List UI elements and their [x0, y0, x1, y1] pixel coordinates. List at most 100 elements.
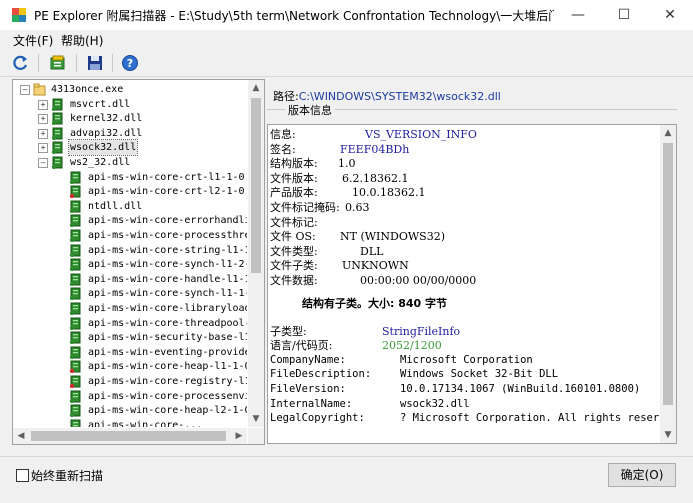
tree-vertical-scrollbar[interactable]: ▲ ▼ — [248, 80, 264, 427]
tree-child-item[interactable]: api-ms-win-core-heap-l1-1-0.c — [13, 359, 247, 374]
ok-button[interactable]: 确定(O) — [608, 463, 676, 487]
info-key: 文件子类: — [270, 259, 318, 273]
minimize-button[interactable]: — — [555, 0, 601, 30]
tree-item-label: ws2_32.dll — [70, 157, 131, 168]
tree-child-item[interactable]: api-ms-win-eventing-provider- — [13, 345, 247, 360]
expand-icon[interactable]: + — [38, 143, 48, 154]
tree-horizontal-scrollbar[interactable]: ◀ ▶ — [13, 428, 247, 444]
dll-module-icon — [69, 346, 81, 359]
tree-child-item[interactable]: api-ms-win-core-... — [13, 418, 247, 427]
tree-child-label: ntdll.dll — [88, 200, 143, 212]
info-row: InternalName: wsock32.dll — [270, 397, 470, 412]
tree-child-item[interactable]: api-ms-win-core-registry-l1-1 — [13, 374, 247, 389]
info-key: LegalCopyright: — [270, 412, 365, 425]
tree-child-item[interactable]: api-ms-win-security-base-l1-1 — [13, 330, 247, 345]
scroll-up-icon[interactable]: ▲ — [248, 80, 264, 96]
always-rescan-checkbox[interactable] — [16, 469, 29, 482]
dll-module-icon — [51, 141, 63, 155]
tree-child-item[interactable]: api-ms-win-core-libraryloader — [13, 301, 247, 316]
dll-module-icon — [69, 302, 81, 315]
dll-module-icon — [69, 185, 81, 199]
tree-child-label: api-ms-win-core-processthread — [88, 230, 247, 241]
dll-module-icon — [51, 98, 63, 111]
info-row: FileDescription: Windows Socket 32-Bit DL… — [270, 367, 558, 382]
save-icon[interactable] — [85, 53, 105, 73]
expand-icon[interactable]: + — [38, 114, 48, 125]
tree-root[interactable]: – 4313once.exe — [13, 82, 247, 97]
tree-child-item[interactable]: api-ms-win-core-heap-l2-1-0.c — [13, 403, 247, 418]
info-row: 文件类型: DLL — [270, 244, 383, 259]
tree-child-item[interactable]: api-ms-win-core-synch-l1-1-0. — [13, 286, 247, 301]
tree-child-label: api-ms-win-core-libraryloader — [88, 303, 247, 314]
info-row: 文件子类: UNKNOWN — [270, 258, 409, 273]
tree-item[interactable]: + kernel32.dll — [13, 111, 247, 126]
tree-child-item[interactable]: api-ms-win-core-threadpool-l1 — [13, 316, 247, 331]
tree-item[interactable]: + wsock32.dll — [13, 139, 247, 157]
info-key: 产品版本: — [270, 186, 318, 200]
module-tree-pane: – 4313once.exe + msvcrt.dll + kernel32.dll +… — [12, 79, 265, 445]
info-value: 2052/1200 — [382, 339, 442, 353]
tree-child-item[interactable]: api-ms-win-core-synch-l1-2-0. — [13, 257, 247, 272]
tree-child-item[interactable]: api-ms-win-core-processthread — [13, 228, 247, 243]
scroll-right-icon[interactable]: ▶ — [231, 428, 247, 444]
help-icon[interactable]: ? — [120, 53, 140, 73]
tree-item[interactable]: – ws2_32.dll — [13, 155, 247, 170]
info-row: 产品版本: 10.0.18362.1 — [270, 185, 425, 200]
tree-child-label: api-ms-win-core-crt-l2-1-0.dll — [88, 186, 247, 198]
tree-child-item[interactable]: api-ms-win-core-string-l1-1-0 — [13, 243, 247, 258]
info-scroll-thumb[interactable] — [663, 143, 673, 405]
version-info-box[interactable]: 信息: VS_VERSION_INFO 签名: FEEF04BDh 结构版本: 1.0 文件… — [267, 124, 677, 444]
dll-module-icon — [69, 375, 81, 388]
tree-child-item[interactable]: ntdll.dll — [13, 199, 247, 214]
collapse-icon[interactable]: – — [38, 158, 48, 168]
tree-item[interactable]: + advapi32.dll — [13, 126, 247, 141]
info-key: InternalName: — [270, 397, 353, 410]
info-scroll-up-icon[interactable]: ▲ — [660, 125, 676, 141]
expand-icon[interactable]: + — [38, 128, 48, 139]
hscroll-thumb[interactable] — [31, 431, 226, 441]
tree-child-item[interactable]: api-ms-win-core-crt-l1-1-0.dll — [13, 170, 247, 185]
tree-child-label: api-ms-win-eventing-provider- — [88, 346, 247, 358]
info-row: CompanyName: Microsoft Corporation — [270, 353, 533, 368]
tree-item-label: msvcrt.dll — [70, 98, 131, 110]
always-rescan-label[interactable]: 始终重新扫描 — [31, 467, 103, 484]
maximize-button[interactable]: ☐ — [601, 0, 647, 30]
dll-module-icon — [51, 112, 63, 126]
collapse-icon[interactable]: – — [20, 85, 30, 95]
info-scroll-down-icon[interactable]: ▼ — [660, 427, 676, 443]
menu-help[interactable]: 帮助(H) — [61, 32, 103, 49]
expand-icon[interactable]: + — [38, 99, 48, 110]
info-row: 结构版本: 1.0 — [270, 156, 356, 171]
info-value: Microsoft Corporation — [400, 353, 533, 366]
app-icon — [12, 8, 26, 22]
tree-item-label: wsock32.dll — [67, 139, 139, 157]
dll-module-icon — [51, 127, 63, 140]
tree-child-item[interactable]: api-ms-win-core-handle-l1-1-0 — [13, 272, 247, 287]
scroll-down-icon[interactable]: ▼ — [248, 411, 264, 427]
tree-child-item[interactable]: api-ms-win-core-crt-l2-1-0.dll — [13, 184, 247, 199]
info-vertical-scrollbar[interactable]: ▲ ▼ — [660, 125, 676, 443]
scroll-left-icon[interactable]: ◀ — [13, 428, 29, 444]
dll-module-icon — [70, 419, 81, 427]
tree-child-item[interactable]: api-ms-win-core-processenviro — [13, 389, 247, 404]
menu-file[interactable]: 文件(F) — [13, 32, 53, 49]
dll-module-icon — [69, 244, 81, 257]
info-key: 结构版本: — [270, 157, 318, 171]
info-value: FEEF04BDh — [340, 142, 410, 156]
info-key: 语言/代码页: — [270, 339, 333, 353]
dll-module-icon — [69, 171, 81, 184]
tree-item-label: advapi32.dll — [70, 127, 143, 139]
export-icon[interactable] — [48, 53, 68, 73]
tree-child-item[interactable]: api-ms-win-core-errorhandling — [13, 213, 247, 228]
module-tree[interactable]: – 4313once.exe + msvcrt.dll + kernel32.dll +… — [13, 80, 247, 427]
tree-child-label: api-ms-win-core-synch-l1-1-0. — [88, 288, 247, 300]
dll-module-icon — [69, 317, 81, 330]
close-button[interactable]: ✕ — [647, 0, 693, 30]
version-info-content: 信息: VS_VERSION_INFO 签名: FEEF04BDh 结构版本: 1.0 文件… — [268, 125, 660, 443]
tree-child-label: api-ms-win-core-heap-l2-1-0.c — [88, 405, 247, 417]
dll-module-icon — [69, 390, 81, 403]
refresh-icon[interactable] — [11, 53, 31, 73]
scroll-thumb[interactable] — [251, 98, 261, 273]
tree-item[interactable]: + msvcrt.dll — [13, 97, 247, 112]
info-row: 文件版本: 6.2.18362.1 — [270, 171, 408, 186]
